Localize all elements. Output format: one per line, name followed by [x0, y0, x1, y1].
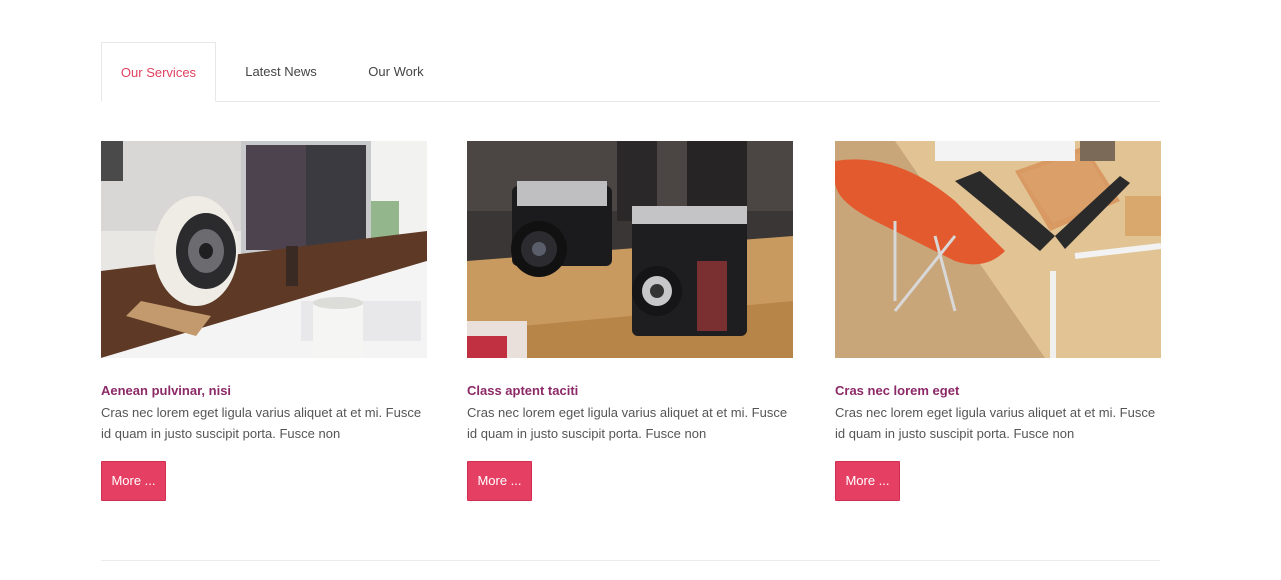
more-button[interactable]: More ...: [467, 461, 532, 501]
more-button[interactable]: More ...: [835, 461, 900, 501]
card-title[interactable]: Aenean pulvinar, nisi: [101, 383, 231, 398]
card-description: Cras nec lorem eget ligula varius alique…: [467, 405, 788, 441]
more-button[interactable]: More ...: [101, 461, 166, 501]
service-card: Class aptent taciti Cras nec lorem eget …: [467, 141, 793, 501]
vintage-cameras-image: [467, 141, 793, 358]
card-description: Cras nec lorem eget ligula varius alique…: [101, 405, 422, 441]
desk-speaker-image: [101, 141, 427, 358]
card-description: Cras nec lorem eget ligula varius alique…: [835, 405, 1156, 441]
tab-our-work[interactable]: Our Work: [350, 42, 442, 100]
tab-latest-news[interactable]: Latest News: [229, 42, 333, 100]
service-card: Cras nec lorem eget Cras nec lorem eget …: [835, 141, 1161, 501]
service-card: Aenean pulvinar, nisi Cras nec lorem ege…: [101, 141, 427, 501]
tab-our-services[interactable]: Our Services: [101, 42, 216, 102]
tab-bar: Our Services Latest News Our Work: [101, 42, 1160, 102]
card-title[interactable]: Cras nec lorem eget: [835, 383, 959, 398]
card-title[interactable]: Class aptent taciti: [467, 383, 578, 398]
section-divider: [101, 560, 1160, 561]
wooden-desk-chair-image: [835, 141, 1161, 358]
